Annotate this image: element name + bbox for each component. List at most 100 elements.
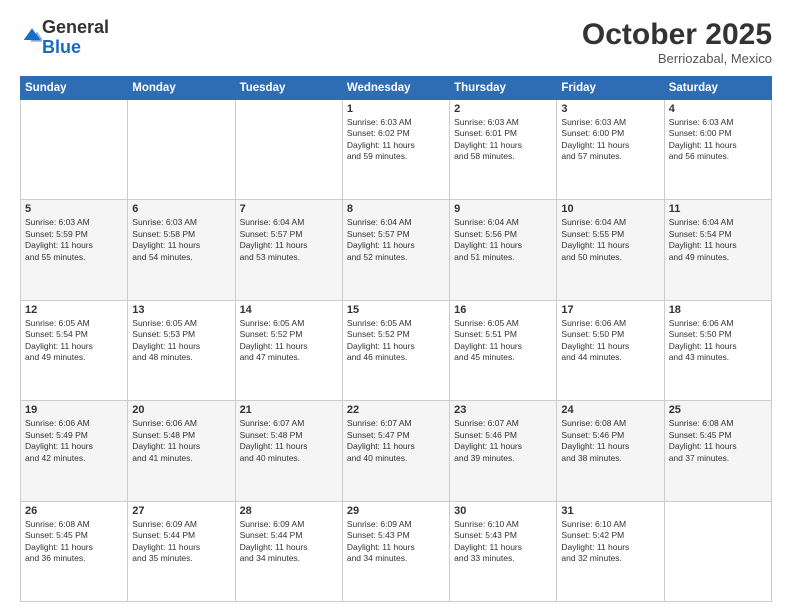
- header: General Blue October 2025 Berriozabal, M…: [20, 18, 772, 66]
- day-number: 9: [454, 203, 552, 215]
- day-cell: 4Sunrise: 6:03 AM Sunset: 6:00 PM Daylig…: [664, 100, 771, 200]
- day-info: Sunrise: 6:09 AM Sunset: 5:43 PM Dayligh…: [347, 519, 445, 565]
- day-cell: 29 Sunrise: 6:09 AM Sunset: 5:43 PM Dayli…: [342, 501, 449, 601]
- col-monday: Monday: [128, 77, 235, 100]
- day-cell: 11 Sunrise: 6:04 AM Sunset: 5:54 PM Dayli…: [664, 200, 771, 300]
- day-info: Sunrise: 6:09 AM Sunset: 5:44 PM Dayligh…: [132, 519, 230, 565]
- day-number: 16: [454, 304, 552, 316]
- day-info: Sunrise: 6:03 AM Sunset: 5:58 PM Dayligh…: [132, 217, 230, 263]
- col-saturday: Saturday: [664, 77, 771, 100]
- day-info: Sunrise: 6:10 AM Sunset: 5:42 PM Dayligh…: [561, 519, 659, 565]
- day-number: 29: [347, 505, 445, 517]
- day-number: 10: [561, 203, 659, 215]
- calendar: Sunday Monday Tuesday Wednesday Thursday…: [20, 76, 772, 602]
- week-row-1: 5Sunrise: 6:03 AM Sunset: 5:59 PM Daylig…: [21, 200, 772, 300]
- day-number: 6: [132, 203, 230, 215]
- day-number: 28: [240, 505, 338, 517]
- day-info: Sunrise: 6:05 AM Sunset: 5:54 PM Dayligh…: [25, 318, 123, 364]
- day-cell: 17Sunrise: 6:06 AM Sunset: 5:50 PM Dayli…: [557, 300, 664, 400]
- day-cell: 10 Sunrise: 6:04 AM Sunset: 5:55 PM Dayli…: [557, 200, 664, 300]
- day-number: 14: [240, 304, 338, 316]
- day-cell: 8 Sunrise: 6:04 AM Sunset: 5:57 PM Daylig…: [342, 200, 449, 300]
- day-cell: 7 Sunrise: 6:04 AM Sunset: 5:57 PM Daylig…: [235, 200, 342, 300]
- day-info: Sunrise: 6:07 AM Sunset: 5:46 PM Dayligh…: [454, 418, 552, 464]
- logo: General Blue: [20, 18, 109, 58]
- day-info: Sunrise: 6:06 AM Sunset: 5:50 PM Dayligh…: [669, 318, 767, 364]
- day-number: 18: [669, 304, 767, 316]
- day-cell: [664, 501, 771, 601]
- day-number: 20: [132, 404, 230, 416]
- col-thursday: Thursday: [450, 77, 557, 100]
- day-info: Sunrise: 6:06 AM Sunset: 5:49 PM Dayligh…: [25, 418, 123, 464]
- day-info: Sunrise: 6:03 AM Sunset: 5:59 PM Dayligh…: [25, 217, 123, 263]
- day-cell: 12 Sunrise: 6:05 AM Sunset: 5:54 PM Dayli…: [21, 300, 128, 400]
- day-info: Sunrise: 6:05 AM Sunset: 5:51 PM Dayligh…: [454, 318, 552, 364]
- day-info: Sunrise: 6:05 AM Sunset: 5:52 PM Dayligh…: [240, 318, 338, 364]
- title-block: October 2025 Berriozabal, Mexico: [582, 18, 772, 66]
- day-number: 26: [25, 505, 123, 517]
- logo-icon: [22, 25, 42, 45]
- day-cell: 27 Sunrise: 6:09 AM Sunset: 5:44 PM Dayli…: [128, 501, 235, 601]
- day-number: 27: [132, 505, 230, 517]
- day-number: 7: [240, 203, 338, 215]
- day-cell: 26 Sunrise: 6:08 AM Sunset: 5:45 PM Dayli…: [21, 501, 128, 601]
- week-row-4: 26 Sunrise: 6:08 AM Sunset: 5:45 PM Dayli…: [21, 501, 772, 601]
- day-info: Sunrise: 6:08 AM Sunset: 5:45 PM Dayligh…: [669, 418, 767, 464]
- day-cell: [21, 100, 128, 200]
- day-number: 3: [561, 103, 659, 115]
- day-info: Sunrise: 6:04 AM Sunset: 5:56 PM Dayligh…: [454, 217, 552, 263]
- day-info: Sunrise: 6:03 AM Sunset: 6:01 PM Dayligh…: [454, 117, 552, 163]
- day-cell: [235, 100, 342, 200]
- day-info: Sunrise: 6:04 AM Sunset: 5:57 PM Dayligh…: [347, 217, 445, 263]
- day-info: Sunrise: 6:08 AM Sunset: 5:45 PM Dayligh…: [25, 519, 123, 565]
- col-friday: Friday: [557, 77, 664, 100]
- day-info: Sunrise: 6:10 AM Sunset: 5:43 PM Dayligh…: [454, 519, 552, 565]
- day-info: Sunrise: 6:04 AM Sunset: 5:55 PM Dayligh…: [561, 217, 659, 263]
- week-row-0: 1Sunrise: 6:03 AM Sunset: 6:02 PM Daylig…: [21, 100, 772, 200]
- day-info: Sunrise: 6:05 AM Sunset: 5:53 PM Dayligh…: [132, 318, 230, 364]
- day-cell: 30Sunrise: 6:10 AM Sunset: 5:43 PM Dayli…: [450, 501, 557, 601]
- logo-blue: Blue: [42, 37, 81, 57]
- day-number: 22: [347, 404, 445, 416]
- day-info: Sunrise: 6:04 AM Sunset: 5:54 PM Dayligh…: [669, 217, 767, 263]
- day-cell: [128, 100, 235, 200]
- day-info: Sunrise: 6:08 AM Sunset: 5:46 PM Dayligh…: [561, 418, 659, 464]
- day-number: 2: [454, 103, 552, 115]
- day-info: Sunrise: 6:09 AM Sunset: 5:44 PM Dayligh…: [240, 519, 338, 565]
- day-cell: 25 Sunrise: 6:08 AM Sunset: 5:45 PM Dayli…: [664, 401, 771, 501]
- day-number: 11: [669, 203, 767, 215]
- day-cell: 21 Sunrise: 6:07 AM Sunset: 5:48 PM Dayli…: [235, 401, 342, 501]
- day-number: 1: [347, 103, 445, 115]
- col-sunday: Sunday: [21, 77, 128, 100]
- col-wednesday: Wednesday: [342, 77, 449, 100]
- day-number: 15: [347, 304, 445, 316]
- day-cell: 20Sunrise: 6:06 AM Sunset: 5:48 PM Dayli…: [128, 401, 235, 501]
- month-title: October 2025: [582, 18, 772, 51]
- day-cell: 22Sunrise: 6:07 AM Sunset: 5:47 PM Dayli…: [342, 401, 449, 501]
- day-number: 19: [25, 404, 123, 416]
- day-number: 12: [25, 304, 123, 316]
- day-cell: 16 Sunrise: 6:05 AM Sunset: 5:51 PM Dayli…: [450, 300, 557, 400]
- day-number: 17: [561, 304, 659, 316]
- day-cell: 5Sunrise: 6:03 AM Sunset: 5:59 PM Daylig…: [21, 200, 128, 300]
- day-cell: 2 Sunrise: 6:03 AM Sunset: 6:01 PM Daylig…: [450, 100, 557, 200]
- day-cell: 28 Sunrise: 6:09 AM Sunset: 5:44 PM Dayli…: [235, 501, 342, 601]
- day-info: Sunrise: 6:04 AM Sunset: 5:57 PM Dayligh…: [240, 217, 338, 263]
- day-info: Sunrise: 6:03 AM Sunset: 6:00 PM Dayligh…: [561, 117, 659, 163]
- day-number: 21: [240, 404, 338, 416]
- day-number: 8: [347, 203, 445, 215]
- day-cell: 6 Sunrise: 6:03 AM Sunset: 5:58 PM Daylig…: [128, 200, 235, 300]
- col-tuesday: Tuesday: [235, 77, 342, 100]
- day-cell: 9 Sunrise: 6:04 AM Sunset: 5:56 PM Daylig…: [450, 200, 557, 300]
- day-number: 13: [132, 304, 230, 316]
- day-cell: 18 Sunrise: 6:06 AM Sunset: 5:50 PM Dayli…: [664, 300, 771, 400]
- day-cell: 15Sunrise: 6:05 AM Sunset: 5:52 PM Dayli…: [342, 300, 449, 400]
- day-number: 25: [669, 404, 767, 416]
- day-cell: 1Sunrise: 6:03 AM Sunset: 6:02 PM Daylig…: [342, 100, 449, 200]
- day-number: 31: [561, 505, 659, 517]
- day-cell: 31 Sunrise: 6:10 AM Sunset: 5:42 PM Dayli…: [557, 501, 664, 601]
- day-info: Sunrise: 6:07 AM Sunset: 5:48 PM Dayligh…: [240, 418, 338, 464]
- page: General Blue October 2025 Berriozabal, M…: [0, 0, 792, 612]
- day-cell: 24Sunrise: 6:08 AM Sunset: 5:46 PM Dayli…: [557, 401, 664, 501]
- week-row-3: 19 Sunrise: 6:06 AM Sunset: 5:49 PM Dayli…: [21, 401, 772, 501]
